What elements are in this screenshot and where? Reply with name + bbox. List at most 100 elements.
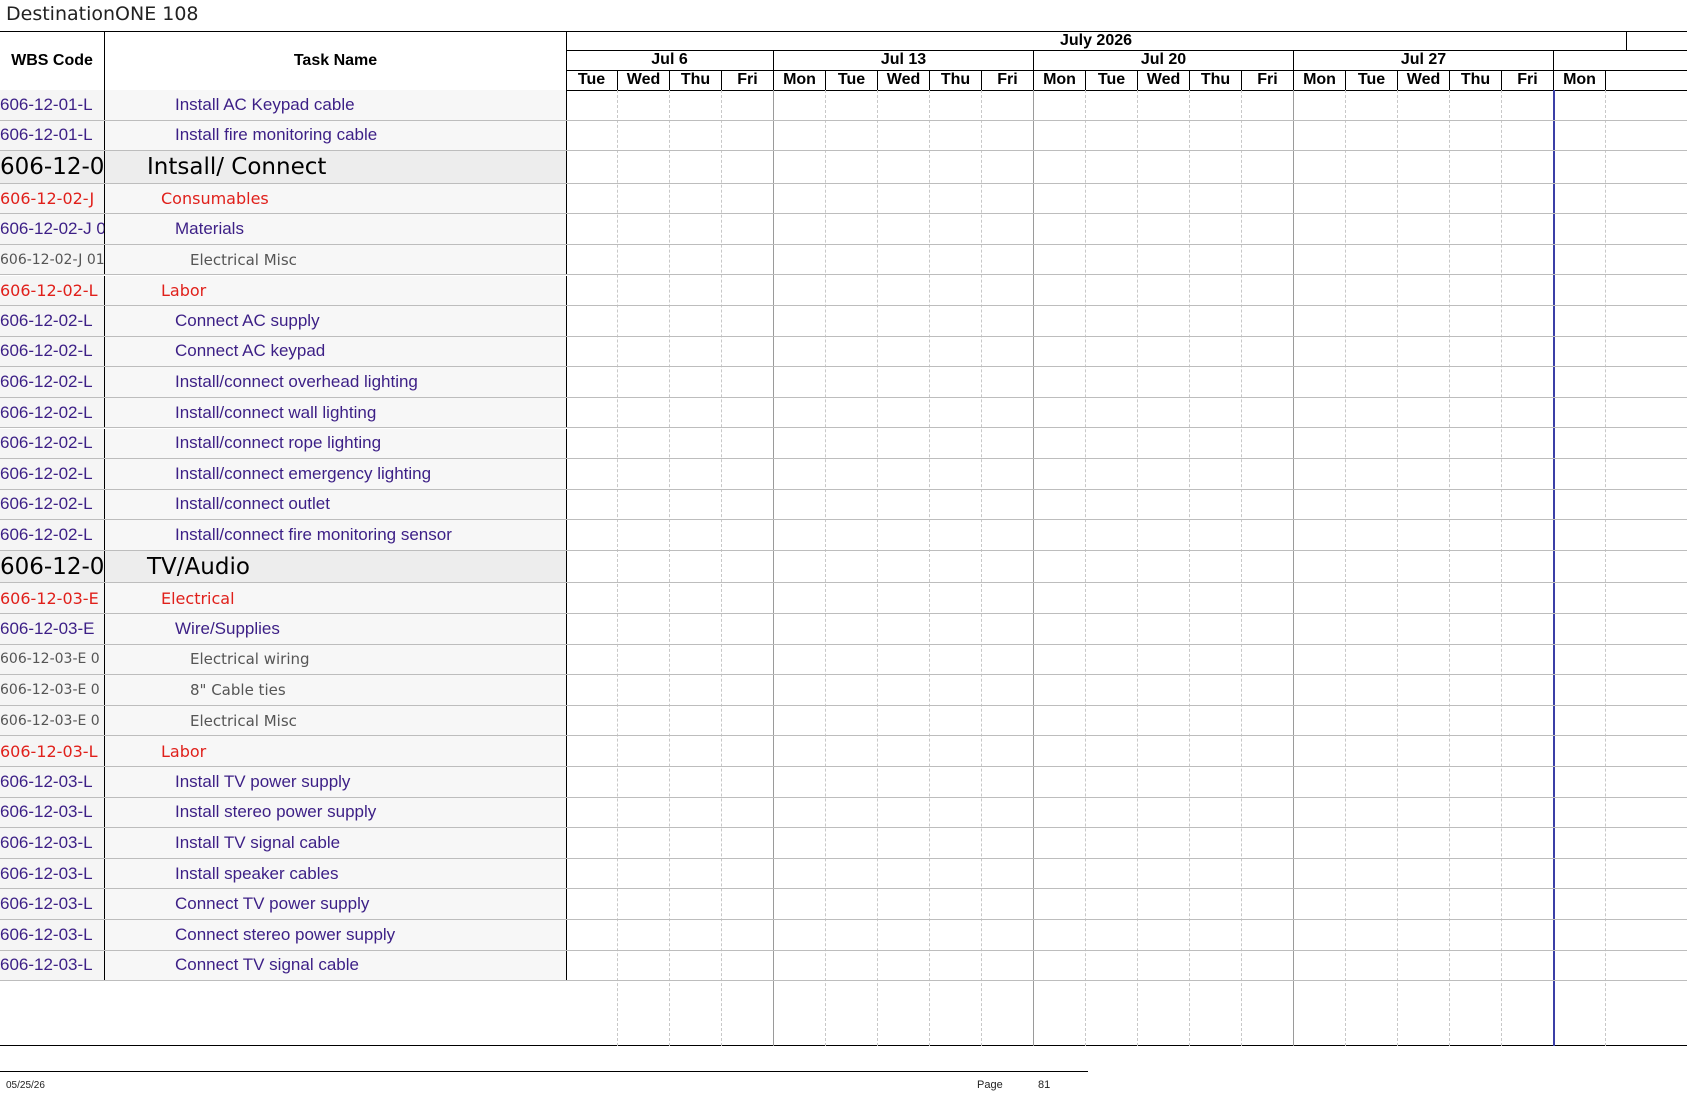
wbs-code-cell: 606-12-03: [0, 550, 105, 583]
task-row[interactable]: 606-12-02-J 0 Materials: [0, 214, 1687, 245]
day-header-cell: Fri: [1502, 70, 1554, 90]
week-header-cell: Jul 13: [774, 50, 1034, 70]
task-row[interactable]: 606-12-02-L Install/connect overhead ligh…: [0, 367, 1687, 398]
wbs-code-cell: 606-12-03-L: [0, 950, 105, 981]
day-header-cell: Wed: [1398, 70, 1450, 90]
task-row[interactable]: 606-12-02-L Install/connect rope lighting: [0, 428, 1687, 460]
summary-row[interactable]: 606-12-02Intsall/ Connect: [0, 151, 1687, 184]
day-header-cell: Tue: [1346, 70, 1398, 90]
day-header-cell: Thu: [930, 70, 982, 90]
task-name-cell: Connect stereo power supply: [105, 920, 567, 950]
task-row[interactable]: 606-12-03-E 0 Electrical Misc: [0, 705, 1687, 737]
task-row[interactable]: 606-12-03-L Connect TV power supply: [0, 889, 1687, 920]
day-header-cell: Wed: [1138, 70, 1190, 90]
task-row[interactable]: 606-12-02-L Install/connect emergency lig…: [0, 459, 1687, 490]
task-column-header[interactable]: Task Name: [105, 32, 567, 90]
wbs-code-cell: 606-12-03-E: [0, 583, 105, 613]
task-row[interactable]: 606-12-02-L Connect AC supply: [0, 306, 1687, 337]
wbs-code-cell: 606-12-02-L: [0, 336, 105, 367]
task-row[interactable]: 606-12-02-L Install/connect wall lighting: [0, 397, 1687, 429]
month-divider: [1626, 32, 1627, 50]
task-row[interactable]: 606-12-01-L Install fire monitoring cable: [0, 120, 1687, 152]
wbs-code-cell: 606-12-02-L: [0, 397, 105, 428]
task-name-cell: Install fire monitoring cable: [105, 120, 567, 151]
task-row[interactable]: 606-12-03-E 0 Electrical wiring: [0, 644, 1687, 676]
task-row[interactable]: 606-12-03-L Install TV power supply: [0, 767, 1687, 798]
document-title: DestinationONE 108: [6, 3, 199, 25]
week-header-cell-next: [1554, 50, 1687, 70]
task-row[interactable]: 606-12-03-L Install TV signal cable: [0, 828, 1687, 859]
wbs-code-cell: 606-12-02-J: [0, 183, 105, 214]
task-row[interactable]: 606-12-02-L Install/connect fire monitori…: [0, 520, 1687, 551]
week-header-cell: Jul 20: [1034, 50, 1294, 70]
summary-row[interactable]: 606-12-03TV/Audio: [0, 550, 1687, 584]
task-row[interactable]: 606-12-02-L Install/connect outlet: [0, 489, 1687, 521]
task-name-cell: Electrical Misc: [105, 705, 567, 736]
task-name-cell: Electrical wiring: [105, 644, 567, 675]
footer-rule: [0, 1071, 1088, 1072]
wbs-code-cell: 606-12-02-L: [0, 489, 105, 520]
task-name-cell: Install AC Keypad cable: [105, 90, 567, 120]
task-row[interactable]: 606-12-03-E Electrical: [0, 583, 1687, 614]
day-header-cell: Mon: [1034, 70, 1086, 90]
day-header-cell: Fri: [1242, 70, 1294, 90]
task-row[interactable]: 606-12-01-L Install AC Keypad cable: [0, 90, 1687, 121]
day-header-cell: Wed: [878, 70, 930, 90]
wbs-code-cell: 606-12-03-E: [0, 614, 105, 644]
wbs-code-cell: 606-12-03-E 0: [0, 675, 105, 705]
wbs-code-cell: 606-12-02-J 01: [0, 244, 105, 275]
task-name-cell: Wire/Supplies: [105, 614, 567, 644]
day-header-cell: Tue: [826, 70, 878, 90]
task-name-cell: Connect AC supply: [105, 306, 567, 336]
day-header-cell: Fri: [982, 70, 1034, 90]
footer-page-label: Page: [977, 1079, 1003, 1091]
task-row[interactable]: 606-12-02-L Labor: [0, 275, 1687, 307]
task-name-cell: Electrical Misc: [105, 244, 567, 275]
task-row[interactable]: 606-12-03-L Install speaker cables: [0, 858, 1687, 890]
week-header-cell: Jul 6: [566, 50, 774, 70]
task-name-cell: Install/connect wall lighting: [105, 397, 567, 428]
wbs-code-cell: 606-12-03-L: [0, 736, 105, 766]
task-row[interactable]: 606-12-02-L Connect AC keypad: [0, 336, 1687, 368]
wbs-code-cell: 606-12-03-E 0: [0, 644, 105, 675]
week-header-cell: Jul 27: [1294, 50, 1554, 70]
day-header-cell: Thu: [1190, 70, 1242, 90]
month-header-row: July 2026: [566, 32, 1687, 51]
task-name-cell: 8" Cable ties: [105, 675, 567, 705]
wbs-code-cell: 606-12-02-L: [0, 428, 105, 459]
wbs-column-header[interactable]: WBS Code: [0, 32, 105, 90]
task-name-cell: Install speaker cables: [105, 858, 567, 889]
task-name-cell: Install/connect emergency lighting: [105, 459, 567, 489]
month-label: July 2026: [1059, 32, 1133, 49]
task-name-cell: Materials: [105, 214, 567, 244]
wbs-code-cell: 606-12-03-L: [0, 797, 105, 828]
wbs-code-cell: 606-12-03-L: [0, 767, 105, 797]
day-header-cell: Thu: [1450, 70, 1502, 90]
day-header-cell: Tue: [1086, 70, 1138, 90]
wbs-code-cell: 606-12-01-L: [0, 90, 105, 120]
footer-page-number: 81: [1038, 1079, 1051, 1091]
task-row[interactable]: 606-12-03-L Connect TV signal cable: [0, 950, 1687, 982]
task-row[interactable]: 606-12-03-E 0 8" Cable ties: [0, 675, 1687, 706]
task-row[interactable]: 606-12-03-L Install stereo power supply: [0, 797, 1687, 829]
task-name-cell: Connect AC keypad: [105, 336, 567, 367]
wbs-code-cell: 606-12-02-J 0: [0, 214, 105, 244]
task-name-cell: Install TV power supply: [105, 767, 567, 797]
day-header-cell: Fri: [722, 70, 774, 90]
task-name-cell: Install/connect outlet: [105, 489, 567, 520]
task-row[interactable]: 606-12-03-L Connect stereo power supply: [0, 920, 1687, 951]
wbs-code-cell: 606-12-03-L: [0, 889, 105, 919]
day-header-cell: Wed: [618, 70, 670, 90]
task-name-cell: Install TV signal cable: [105, 828, 567, 858]
wbs-code-cell: 606-12-02-L: [0, 306, 105, 336]
day-header-cell: Tue: [566, 70, 618, 90]
task-row[interactable]: 606-12-03-E Wire/Supplies: [0, 614, 1687, 645]
task-row[interactable]: 606-12-02-J Consumables: [0, 183, 1687, 215]
wbs-code-cell: 606-12-02-L: [0, 367, 105, 397]
task-row[interactable]: 606-12-03-L Labor: [0, 736, 1687, 767]
task-name-cell: TV/Audio: [105, 550, 567, 583]
task-row[interactable]: 606-12-02-J 01 Electrical Misc: [0, 244, 1687, 276]
week-header-row: Jul 6 Jul 13 Jul 20 Jul 27: [566, 50, 1687, 71]
task-name-cell: Labor: [105, 275, 567, 306]
day-header-cell: Mon: [1294, 70, 1346, 90]
